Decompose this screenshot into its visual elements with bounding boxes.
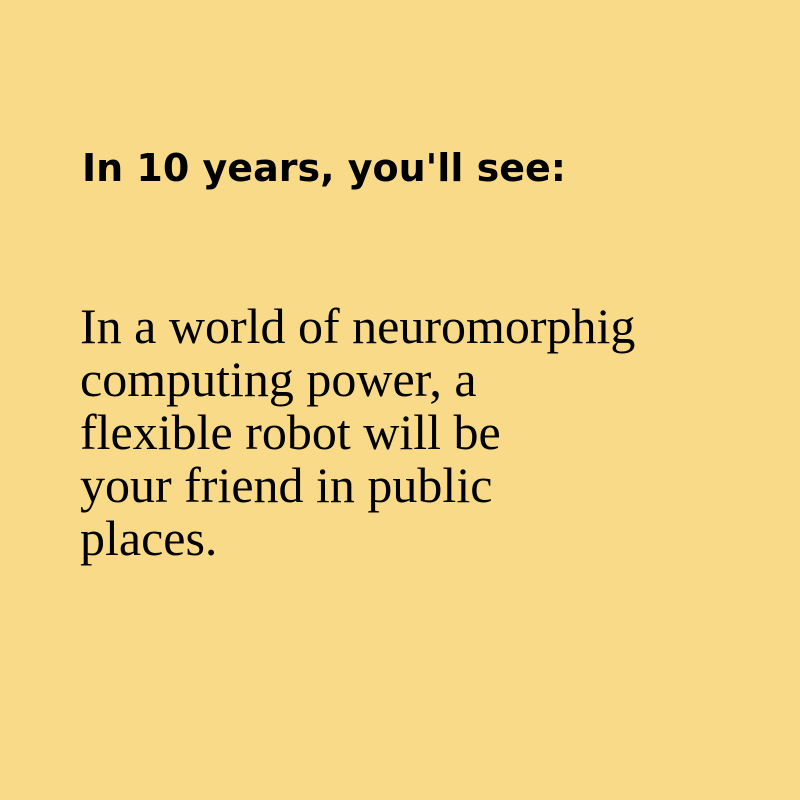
card-heading: In 10 years, you'll see: bbox=[82, 146, 566, 190]
body-line-3: flexible robot will be bbox=[80, 404, 501, 460]
card-body-text: In a world of neuromorphig computing pow… bbox=[80, 300, 740, 565]
body-line-2: computing power, a bbox=[80, 351, 477, 407]
body-line-4: your friend in public bbox=[80, 457, 493, 513]
body-line-1: In a world of neuromorphig bbox=[80, 298, 636, 354]
body-line-5: places. bbox=[80, 510, 218, 566]
quote-card: In 10 years, you'll see: In a world of n… bbox=[0, 0, 800, 800]
